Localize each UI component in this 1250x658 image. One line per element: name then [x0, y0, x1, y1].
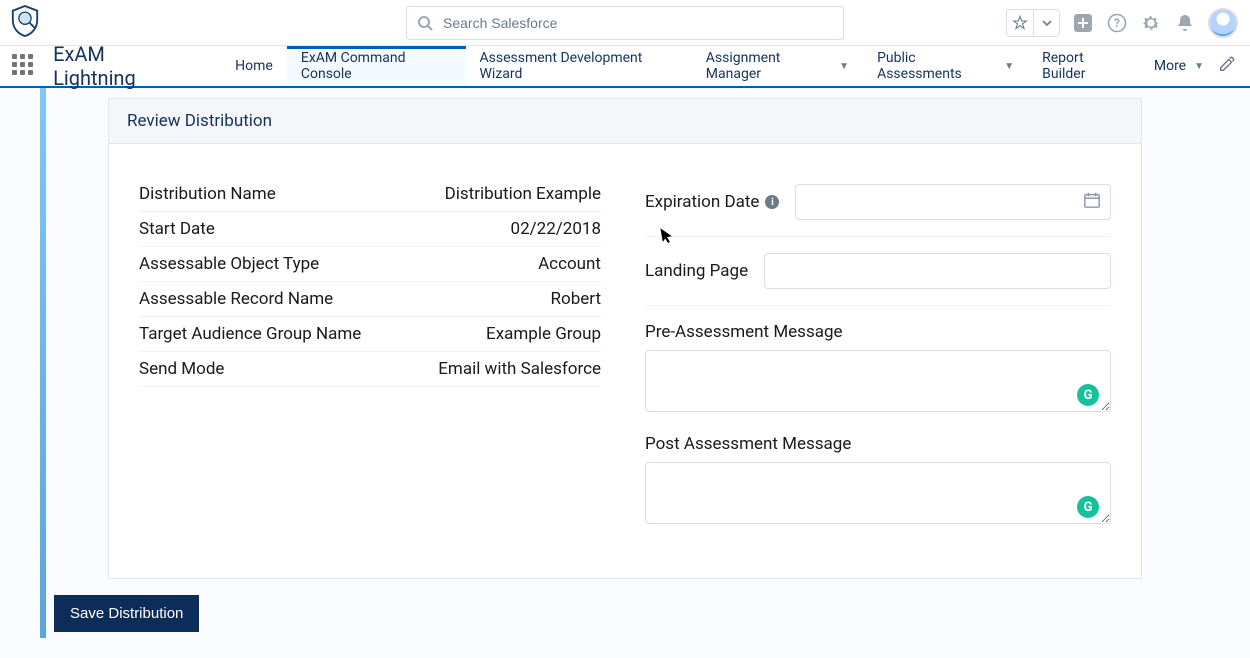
- summary-value: 02/22/2018: [511, 219, 601, 239]
- summary-row: Assessable Object Type Account: [139, 247, 601, 282]
- summary-label: Start Date: [139, 219, 215, 239]
- summary-label: Distribution Name: [139, 184, 276, 204]
- landing-page-input[interactable]: [764, 253, 1111, 289]
- pre-assessment-block: Pre-Assessment Message G: [645, 322, 1111, 416]
- summary-value: Distribution Example: [445, 184, 601, 204]
- tab-assignment-manager[interactable]: Assignment Manager▼: [692, 46, 863, 86]
- tab-exam-command-console[interactable]: ExAM Command Console: [287, 46, 466, 86]
- chevron-down-icon: ▼: [839, 61, 849, 72]
- shield-icon: [10, 4, 40, 38]
- nav-bar: ExAM Lightning Home ExAM Command Console…: [0, 46, 1250, 88]
- save-distribution-button[interactable]: Save Distribution: [54, 595, 199, 632]
- summary-label: Assessable Record Name: [139, 289, 333, 309]
- summary-row: Target Audience Group Name Example Group: [139, 317, 601, 352]
- help-button[interactable]: ?: [1106, 12, 1128, 34]
- tab-home[interactable]: Home: [221, 46, 287, 86]
- summary-row: Start Date 02/22/2018: [139, 212, 601, 247]
- global-search: [406, 6, 844, 40]
- favorite-button[interactable]: [1007, 10, 1033, 36]
- global-header: ?: [0, 0, 1250, 46]
- summary-value: Robert: [551, 289, 601, 309]
- nav-tabs: Home ExAM Command Console Assessment Dev…: [221, 46, 1218, 86]
- summary-label: Target Audience Group Name: [139, 324, 361, 344]
- summary-label: Assessable Object Type: [139, 254, 319, 274]
- gear-icon: [1140, 12, 1162, 34]
- pre-assessment-textarea[interactable]: [645, 350, 1111, 412]
- plus-icon: [1072, 12, 1094, 34]
- add-button[interactable]: [1072, 12, 1094, 34]
- expiration-date-label: Expiration Date i: [645, 192, 779, 212]
- user-avatar[interactable]: [1208, 8, 1238, 38]
- grammarly-icon[interactable]: G: [1077, 496, 1099, 518]
- notifications-button[interactable]: [1174, 12, 1196, 34]
- app-launcher[interactable]: [12, 54, 35, 78]
- summary-value: Email with Salesforce: [438, 359, 601, 379]
- summary-row: Assessable Record Name Robert: [139, 282, 601, 317]
- chevron-down-icon: [1042, 18, 1052, 28]
- expiration-date-row: Expiration Date i: [645, 184, 1111, 237]
- edit-nav-button[interactable]: [1218, 55, 1236, 77]
- summary-value: Account: [538, 254, 601, 274]
- question-icon: ?: [1107, 13, 1127, 33]
- card-title: Review Distribution: [109, 99, 1141, 144]
- tab-report-builder[interactable]: Report Builder: [1028, 46, 1140, 86]
- chevron-down-icon: ▼: [1004, 61, 1014, 72]
- summary-row: Distribution Name Distribution Example: [139, 184, 601, 212]
- svg-text:?: ?: [1114, 16, 1120, 30]
- summary-label: Send Mode: [139, 359, 224, 379]
- app-logo: [12, 4, 40, 42]
- star-icon: [1012, 15, 1028, 31]
- summary-value: Example Group: [486, 324, 601, 344]
- search-input[interactable]: [443, 15, 833, 31]
- distribution-form: Expiration Date i Landing Page: [645, 184, 1111, 528]
- grammarly-icon[interactable]: G: [1077, 384, 1099, 406]
- summary-row: Send Mode Email with Salesforce: [139, 352, 601, 387]
- favorites-group: [1006, 9, 1060, 37]
- app-name: ExAM Lightning: [53, 42, 187, 90]
- settings-button[interactable]: [1140, 12, 1162, 34]
- landing-page-label: Landing Page: [645, 261, 748, 281]
- info-icon[interactable]: i: [765, 195, 779, 209]
- post-assessment-textarea[interactable]: [645, 462, 1111, 524]
- left-accent-bar: [40, 88, 46, 638]
- landing-page-row: Landing Page: [645, 253, 1111, 306]
- page-body: Review Distribution Distribution Name Di…: [0, 88, 1250, 658]
- post-assessment-label: Post Assessment Message: [645, 434, 1111, 454]
- bell-icon: [1175, 13, 1195, 33]
- chevron-down-icon: ▼: [1194, 61, 1204, 72]
- distribution-summary: Distribution Name Distribution Example S…: [139, 184, 601, 528]
- header-actions: ?: [1006, 8, 1238, 38]
- pencil-icon: [1218, 55, 1236, 73]
- review-distribution-card: Review Distribution Distribution Name Di…: [108, 98, 1142, 579]
- tab-public-assessments[interactable]: Public Assessments▼: [863, 46, 1028, 86]
- favorite-dropdown[interactable]: [1033, 10, 1059, 36]
- expiration-date-input[interactable]: [795, 184, 1111, 220]
- pre-assessment-label: Pre-Assessment Message: [645, 322, 1111, 342]
- search-box[interactable]: [406, 6, 844, 40]
- tab-more[interactable]: More▼: [1140, 46, 1218, 86]
- search-icon: [417, 15, 433, 31]
- post-assessment-block: Post Assessment Message G: [645, 434, 1111, 528]
- tab-assessment-development-wizard[interactable]: Assessment Development Wizard: [466, 46, 692, 86]
